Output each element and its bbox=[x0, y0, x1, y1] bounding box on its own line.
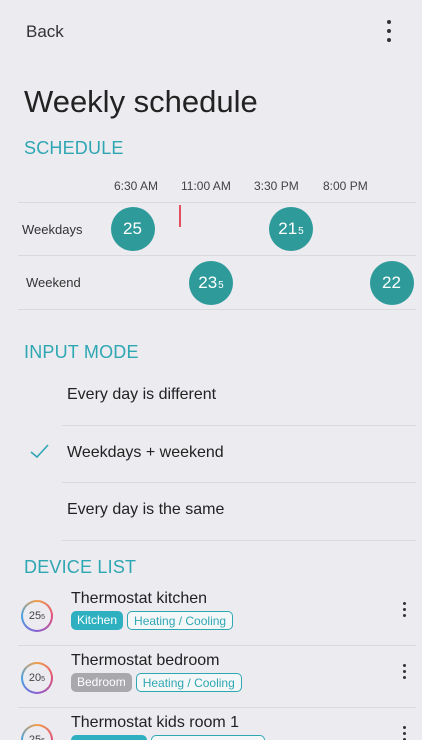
temperature-ring-icon: 255 bbox=[21, 724, 53, 740]
divider bbox=[18, 255, 416, 256]
back-button[interactable]: Back bbox=[26, 22, 64, 42]
schedule-row-label-weekdays: Weekdays bbox=[22, 222, 83, 237]
divider bbox=[18, 309, 416, 310]
input-mode-option-every-day-different[interactable]: Every day is different bbox=[24, 368, 416, 425]
room-tag: Bedroom bbox=[71, 673, 132, 692]
top-bar: Back bbox=[0, 0, 422, 66]
time-label: 3:30 PM bbox=[254, 179, 299, 193]
type-tag bbox=[151, 735, 265, 740]
checkmark-icon bbox=[30, 444, 49, 459]
input-mode-option-weekdays-weekend[interactable]: Weekdays + weekend bbox=[24, 426, 416, 483]
time-label: 8:00 PM bbox=[323, 179, 368, 193]
device-name: Thermostat kitchen bbox=[71, 590, 208, 607]
device-name: Thermostat kids room 1 bbox=[71, 714, 240, 731]
time-label: 11:00 AM bbox=[181, 179, 231, 193]
setpoint-pill[interactable]: 21 5 bbox=[269, 207, 313, 251]
section-input-mode: INPUT MODE bbox=[24, 342, 139, 362]
setpoint-pill[interactable]: 22 bbox=[370, 261, 414, 305]
device-name: Thermostat bedroom bbox=[71, 652, 220, 669]
temperature-ring-icon: 20 5 bbox=[21, 662, 53, 694]
more-vertical-icon[interactable] bbox=[384, 20, 394, 48]
type-tag: Heating / Cooling bbox=[127, 611, 234, 630]
page-title: Weekly schedule bbox=[24, 84, 258, 119]
input-mode-option-every-day-same[interactable]: Every day is the same bbox=[24, 483, 416, 540]
schedule-row-label-weekend: Weekend bbox=[26, 275, 81, 290]
section-device-list: DEVICE LIST bbox=[24, 557, 137, 577]
divider bbox=[18, 202, 416, 203]
time-label: 6:30 AM bbox=[114, 179, 159, 193]
section-schedule: SCHEDULE bbox=[24, 138, 124, 158]
current-time-marker bbox=[179, 205, 181, 227]
room-tag bbox=[71, 735, 147, 740]
device-item-thermostat-kitchen[interactable]: 25 5 Thermostat kitchen Kitchen Heating /… bbox=[0, 590, 422, 652]
option-label: Every day is different bbox=[67, 386, 217, 403]
setpoint-pill[interactable]: 25 bbox=[111, 207, 155, 251]
divider bbox=[18, 707, 416, 708]
more-vertical-icon[interactable] bbox=[403, 664, 407, 682]
more-vertical-icon[interactable] bbox=[403, 726, 407, 740]
more-vertical-icon[interactable] bbox=[403, 602, 407, 620]
option-label: Weekdays + weekend bbox=[67, 444, 224, 461]
setpoint-pill[interactable]: 23 5 bbox=[189, 261, 233, 305]
device-item-thermostat-bedroom[interactable]: 20 5 Thermostat bedroom Bedroom Heating /… bbox=[0, 652, 422, 714]
room-tag: Kitchen bbox=[71, 611, 124, 630]
option-label: Every day is the same bbox=[67, 501, 225, 518]
divider bbox=[18, 645, 416, 646]
type-tag: Heating / Cooling bbox=[135, 673, 242, 692]
temperature-ring-icon: 255 bbox=[21, 600, 53, 632]
device-item-thermostat-kids-room-1[interactable]: 255 Thermostat kids room 1 bbox=[0, 714, 422, 740]
divider bbox=[62, 540, 416, 541]
